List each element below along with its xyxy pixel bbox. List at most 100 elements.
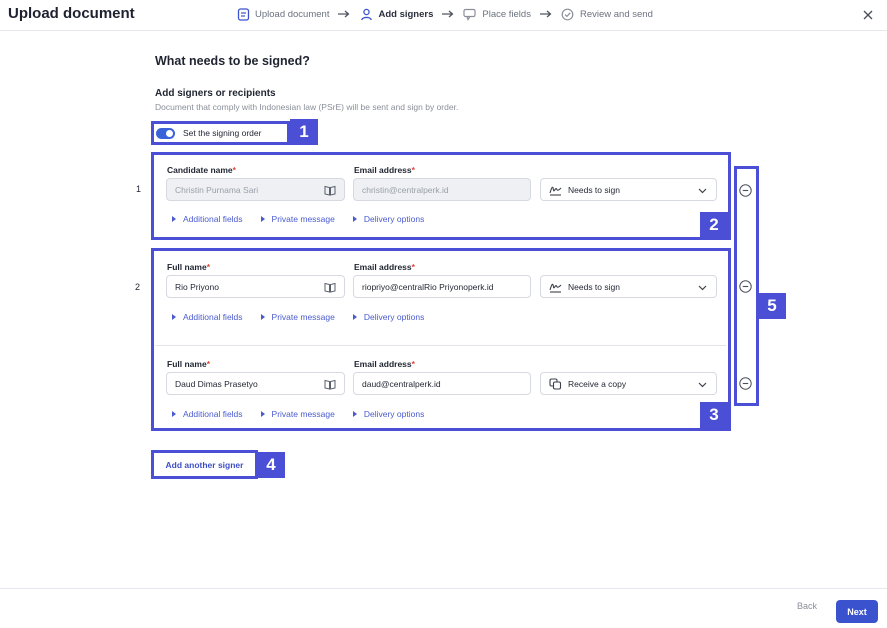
stepper: Upload document Add signers Place fields [236, 6, 653, 22]
close-icon [863, 10, 873, 20]
private-message-link[interactable]: Private message [260, 214, 335, 224]
role-select[interactable]: Receive a copy [540, 372, 717, 395]
annotation-badge: 2 [700, 212, 728, 238]
email-field-label: Email address* [354, 359, 415, 369]
role-value: Receive a copy [568, 378, 627, 389]
email-field[interactable]: riopriyo@centralRio Priyonoperk.id [353, 275, 531, 298]
role-value: Needs to sign [568, 281, 620, 292]
step-add-signers[interactable]: Add signers [359, 7, 433, 21]
signature-icon [549, 281, 562, 293]
remove-signer-button[interactable] [739, 377, 752, 390]
step-review-and-send[interactable]: Review and send [561, 7, 653, 21]
next-button[interactable]: Next [836, 600, 878, 623]
arrow-right-icon [441, 10, 455, 18]
link-label: Private message [271, 312, 335, 322]
link-label: Additional fields [183, 214, 243, 224]
order-number: 1 [136, 184, 142, 194]
delivery-options-link[interactable]: Delivery options [352, 312, 425, 322]
top-bar: Upload document Upload document Add sign… [0, 0, 887, 31]
email-field[interactable]: daud@centralperk.id [353, 372, 531, 395]
email-field-label: Email address* [354, 262, 415, 272]
name-field[interactable]: Daud Dimas Prasetyo [166, 372, 345, 395]
email-field-label: Email address* [354, 165, 415, 175]
chevron-down-icon [698, 285, 707, 291]
back-button[interactable]: Back [797, 601, 817, 611]
role-value: Needs to sign [568, 184, 620, 195]
footer: Back Next [0, 588, 887, 628]
app-window: Upload document Upload document Add sign… [0, 0, 887, 628]
contact-book-icon[interactable] [324, 379, 336, 390]
additional-fields-link[interactable]: Additional fields [172, 312, 243, 322]
additional-fields-link[interactable]: Additional fields [172, 214, 243, 224]
step-place-fields[interactable]: Place fields [463, 7, 531, 21]
copy-icon [549, 377, 562, 390]
caret-right-icon [352, 314, 357, 320]
chevron-down-icon [698, 188, 707, 194]
link-label: Delivery options [363, 409, 425, 419]
page-title: Upload document [8, 5, 135, 22]
role-select[interactable]: Needs to sign [540, 178, 717, 201]
name-field-label: Full name* [167, 359, 210, 369]
name-value: Christin Purnama Sari [175, 184, 259, 195]
comment-icon [463, 7, 477, 21]
arrow-right-icon [337, 10, 351, 18]
subsection-title: Add signers or recipients [155, 88, 276, 99]
email-field[interactable]: christin@centralperk.id [353, 178, 531, 201]
name-field[interactable]: Christin Purnama Sari [166, 178, 345, 201]
check-circle-icon [561, 7, 575, 21]
caret-right-icon [172, 314, 176, 320]
step-upload-document[interactable]: Upload document [236, 7, 329, 21]
email-label-text: Email address [354, 165, 412, 175]
link-label: Private message [271, 214, 335, 224]
chevron-down-icon [698, 382, 707, 388]
remove-signer-button[interactable] [739, 184, 752, 197]
required-mark: * [411, 359, 415, 369]
step-label: Add signers [378, 8, 434, 20]
caret-right-icon [172, 216, 176, 222]
name-field-label: Full name* [167, 262, 210, 272]
signer-links: Additional fields Private message Delive… [172, 214, 442, 224]
contact-book-icon[interactable] [324, 185, 336, 196]
minus-circle-icon [739, 377, 752, 390]
close-button[interactable] [861, 8, 875, 22]
remove-signer-button[interactable] [739, 280, 752, 293]
required-mark: * [206, 359, 210, 369]
contact-book-icon[interactable] [324, 282, 336, 293]
signing-order-toggle[interactable] [156, 127, 175, 139]
signing-order-toggle-row: Set the signing order [151, 121, 290, 145]
private-message-link[interactable]: Private message [260, 409, 335, 419]
additional-fields-link[interactable]: Additional fields [172, 409, 243, 419]
annotation-badge: 3 [700, 402, 728, 428]
role-select[interactable]: Needs to sign [540, 275, 717, 298]
caret-right-icon [352, 216, 357, 222]
name-value: Rio Priyono [175, 281, 219, 292]
annotation-badge: 1 [290, 119, 318, 145]
step-label: Review and send [579, 8, 653, 20]
delivery-options-link[interactable]: Delivery options [352, 214, 425, 224]
delivery-options-link[interactable]: Delivery options [352, 409, 425, 419]
name-field[interactable]: Rio Priyono [166, 275, 345, 298]
name-label-text: Candidate name [167, 165, 233, 175]
caret-right-icon [260, 314, 265, 320]
user-icon [359, 7, 373, 21]
required-mark: * [206, 262, 210, 272]
add-another-signer-button[interactable]: Add another signer [151, 450, 258, 479]
link-label: Private message [271, 409, 335, 419]
arrow-right-icon [539, 10, 553, 18]
step-label: Upload document [255, 8, 330, 20]
email-value: daud@centralperk.id [362, 378, 441, 389]
signer-divider [155, 345, 726, 346]
email-label-text: Email address [354, 359, 412, 369]
signer-links: Additional fields Private message Delive… [172, 409, 442, 419]
caret-right-icon [260, 411, 265, 417]
signature-icon [549, 184, 562, 196]
annotation-badge: 4 [257, 452, 285, 478]
document-icon [236, 7, 250, 21]
link-label: Delivery options [363, 312, 425, 322]
required-mark: * [411, 262, 415, 272]
link-label: Delivery options [363, 214, 425, 224]
section-title: What needs to be signed? [155, 54, 310, 68]
signer-links: Additional fields Private message Delive… [172, 312, 442, 322]
email-value: christin@centralperk.id [362, 184, 449, 195]
private-message-link[interactable]: Private message [260, 312, 335, 322]
